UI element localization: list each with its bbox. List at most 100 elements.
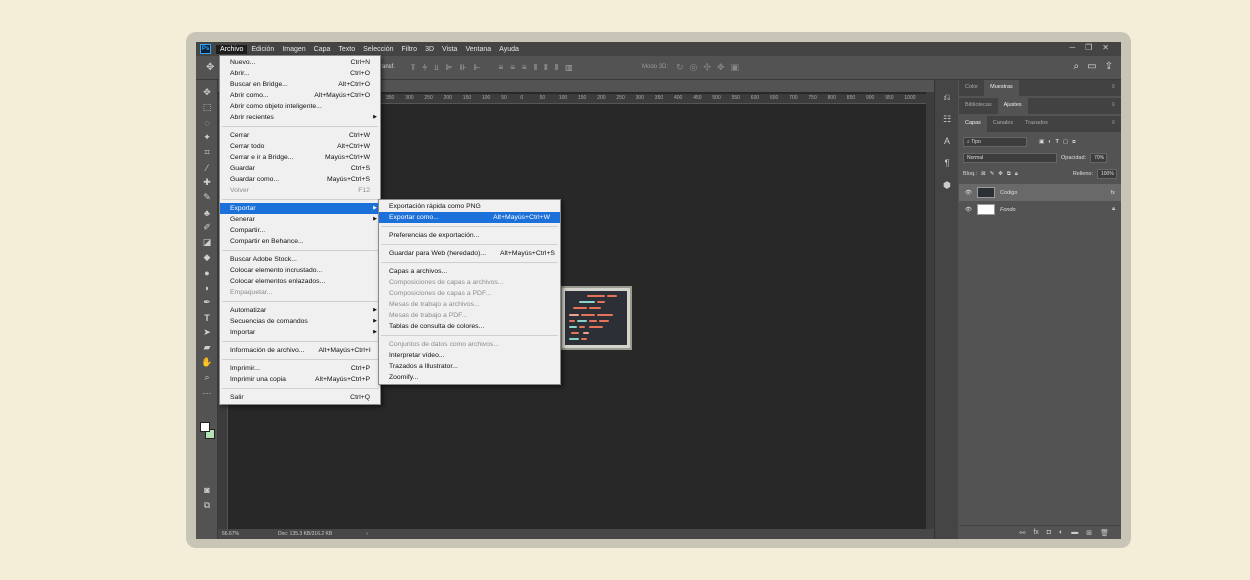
lock-artboard-icon[interactable]: ⧉ — [1007, 171, 1011, 178]
properties-panel-icon[interactable]: ☷ — [935, 108, 959, 130]
distribute-right-icon[interactable]: ⦀ — [555, 63, 559, 73]
layer-name[interactable]: Fondo — [1000, 207, 1016, 213]
search-icon[interactable]: ⌕ — [1074, 61, 1080, 72]
align-left-icon[interactable]: ⊫ — [446, 63, 453, 73]
menu-item-interpretar-vídeo[interactable]: Interpretar vídeo... — [379, 350, 560, 361]
menu-item-abrir[interactable]: Abrir... Ctrl+O — [220, 68, 380, 79]
roll-3d-icon[interactable]: ◎ — [690, 62, 698, 73]
visibility-eye-icon[interactable]: 👁︎ — [965, 190, 972, 196]
menu-item-preferencias-de-exportación[interactable]: Preferencias de exportación... — [379, 230, 560, 241]
filter-smart-icon[interactable]: ⧈ — [1072, 139, 1076, 146]
eraser-icon[interactable]: ◪ — [196, 235, 218, 250]
layer-row-fondo[interactable]: 👁︎ Fondo 🔒︎ — [959, 201, 1121, 218]
panel-menu-icon[interactable]: ≡ — [1111, 102, 1115, 108]
move-icon[interactable]: ✥ — [196, 85, 218, 100]
eyedropper-icon[interactable]: ⁄ — [196, 160, 218, 175]
menu-item-exportar[interactable]: Exportar ▶ — [220, 203, 380, 214]
auto-align-icon[interactable]: ▥ — [565, 63, 573, 73]
menu-item-abrir-recientes[interactable]: Abrir recientes ▶ — [220, 112, 380, 123]
menu-item-imprimir-una-copia[interactable]: Imprimir una copia Alt+Mayús+Ctrl+P — [220, 374, 380, 385]
move-tool-icon[interactable]: ✥ — [206, 62, 214, 73]
align-top-icon[interactable]: ⫪ — [411, 63, 416, 73]
marquee-icon[interactable]: ⬚ — [196, 100, 218, 115]
tab-bibliotecas[interactable]: Bibliotecas — [959, 98, 998, 114]
menu-item-cerrar-e-ir-a-bridge[interactable]: Cerrar e ir a Bridge... Mayús+Ctrl+W — [220, 152, 380, 163]
orbit-3d-icon[interactable]: ↻ — [676, 62, 684, 73]
filter-pixel-icon[interactable]: ▣ — [1039, 139, 1044, 145]
layer-row-codigo[interactable]: 👁︎ Codigo fx — [959, 184, 1121, 201]
lock-transparent-icon[interactable]: ⊠ — [981, 171, 986, 177]
path-selection-icon[interactable]: ➤ — [196, 325, 218, 340]
menu-item-automatizar[interactable]: Automatizar ▶ — [220, 305, 380, 316]
distribute-vcenter-icon[interactable]: ≡ — [510, 63, 515, 73]
menu-archivo[interactable]: Archivo — [216, 44, 248, 54]
adjustment-layer-icon[interactable]: ◐ — [1059, 529, 1063, 536]
hand-icon[interactable]: ✋ — [196, 355, 218, 370]
menu-item-compartir-en-behance[interactable]: Compartir en Behance... — [220, 236, 380, 247]
slide-3d-icon[interactable]: ✥ — [717, 62, 725, 73]
menu-item-zoomify[interactable]: Zoomify... — [379, 372, 560, 383]
layer-fx-icon[interactable]: fx — [1111, 190, 1115, 196]
menu-item-nuevo[interactable]: Nuevo... Ctrl+N — [220, 57, 380, 68]
menu-filtro[interactable]: Filtro — [398, 45, 422, 54]
minimize-icon[interactable]: ─ — [1069, 43, 1075, 52]
menu-seleccion[interactable]: Selección — [359, 45, 397, 54]
align-bottom-icon[interactable]: ⫫ — [434, 63, 439, 73]
quick-mask-icon[interactable]: ◙ — [196, 482, 218, 497]
history-brush-icon[interactable]: ✐ — [196, 220, 218, 235]
menu-ventana[interactable]: Ventana — [461, 45, 495, 54]
panel-menu-icon[interactable]: ≡ — [1111, 120, 1115, 126]
screen-mode-icon[interactable]: ⧉ — [196, 498, 218, 513]
delete-layer-icon[interactable]: 🗑︎ — [1100, 529, 1109, 537]
menu-item-imprimir[interactable]: Imprimir... Ctrl+P — [220, 363, 380, 374]
menu-item-salir[interactable]: Salir Ctrl+Q — [220, 392, 380, 403]
opacity-input[interactable]: 70% — [1090, 153, 1108, 163]
fx-icon[interactable]: fx — [1033, 529, 1038, 536]
type-icon[interactable]: T — [196, 310, 218, 325]
healing-icon[interactable]: ✚ — [196, 175, 218, 190]
tab-color[interactable]: Color — [959, 80, 984, 96]
filter-type-icon[interactable]: T — [1056, 139, 1059, 145]
foreground-color-swatch[interactable] — [200, 422, 210, 432]
menu-item-exportar-como[interactable]: Exportar como... Alt+Mayús+Ctrl+W — [379, 212, 560, 223]
menu-item-guardar-para-web-heredado[interactable]: Guardar para Web (heredado)... Alt+Mayús+… — [379, 248, 560, 259]
menu-item-importar[interactable]: Importar ▶ — [220, 327, 380, 338]
align-vcenter-icon[interactable]: ⫩ — [423, 63, 428, 73]
lock-position-icon[interactable]: ✥ — [998, 171, 1003, 177]
distribute-top-icon[interactable]: ≡ — [499, 63, 504, 73]
distribute-hcenter-icon[interactable]: ⦀ — [544, 63, 548, 73]
workspace-icon[interactable]: ▭ — [1087, 61, 1096, 72]
menu-item-abrir-como[interactable]: Abrir como... Alt+Mayús+Ctrl+O — [220, 90, 380, 101]
crop-icon[interactable]: ⌗ — [196, 145, 218, 160]
align-hcenter-icon[interactable]: ⊪ — [460, 63, 467, 73]
history-panel-icon[interactable]: ⎌ — [935, 86, 959, 108]
menu-ayuda[interactable]: Ayuda — [495, 45, 523, 54]
pen-icon[interactable]: ✒ — [196, 295, 218, 310]
filter-adjustment-icon[interactable]: ◐ — [1048, 139, 1051, 145]
magic-wand-icon[interactable]: ✦ — [196, 130, 218, 145]
menu-item-colocar-elemento-incrustado[interactable]: Colocar elemento incrustado... — [220, 265, 380, 276]
zoom-level[interactable]: 66.67% — [222, 531, 278, 537]
menu-imagen[interactable]: Imagen — [278, 45, 309, 54]
fill-input[interactable]: 100% — [1097, 169, 1117, 179]
visibility-eye-icon[interactable]: 👁︎ — [965, 207, 972, 213]
menu-item-buscar-adobe-stock[interactable]: Buscar Adobe Stock... — [220, 254, 380, 265]
new-layer-icon[interactable]: ⊞ — [1086, 529, 1092, 537]
menu-item-información-de-archivo[interactable]: Información de archivo... Alt+Mayús+Ctrl+… — [220, 345, 380, 356]
menu-texto[interactable]: Texto — [334, 45, 359, 54]
scale-3d-icon[interactable]: ▣ — [731, 62, 740, 73]
menu-item-tablas-de-consulta-de-colores[interactable]: Tablas de consulta de colores... — [379, 321, 560, 332]
bucket-icon[interactable]: ◆ — [196, 250, 218, 265]
close-icon[interactable]: ✕ — [1102, 43, 1109, 52]
more-tools-icon[interactable]: ··· — [196, 385, 218, 400]
layer-name[interactable]: Codigo — [1000, 190, 1017, 196]
menu-item-buscar-en-bridge[interactable]: Buscar en Bridge... Alt+Ctrl+O — [220, 79, 380, 90]
3d-panel-icon[interactable]: ⬢ — [935, 174, 959, 196]
document-image[interactable] — [560, 286, 632, 350]
menu-capa[interactable]: Capa — [310, 45, 335, 54]
tab-capas[interactable]: Capas — [959, 116, 987, 132]
distribute-left-icon[interactable]: ⦀ — [534, 63, 538, 73]
menu-item-generar[interactable]: Generar ▶ — [220, 214, 380, 225]
panel-menu-icon[interactable]: ≡ — [1111, 84, 1115, 90]
tab-trazados[interactable]: Trazados — [1019, 116, 1054, 132]
